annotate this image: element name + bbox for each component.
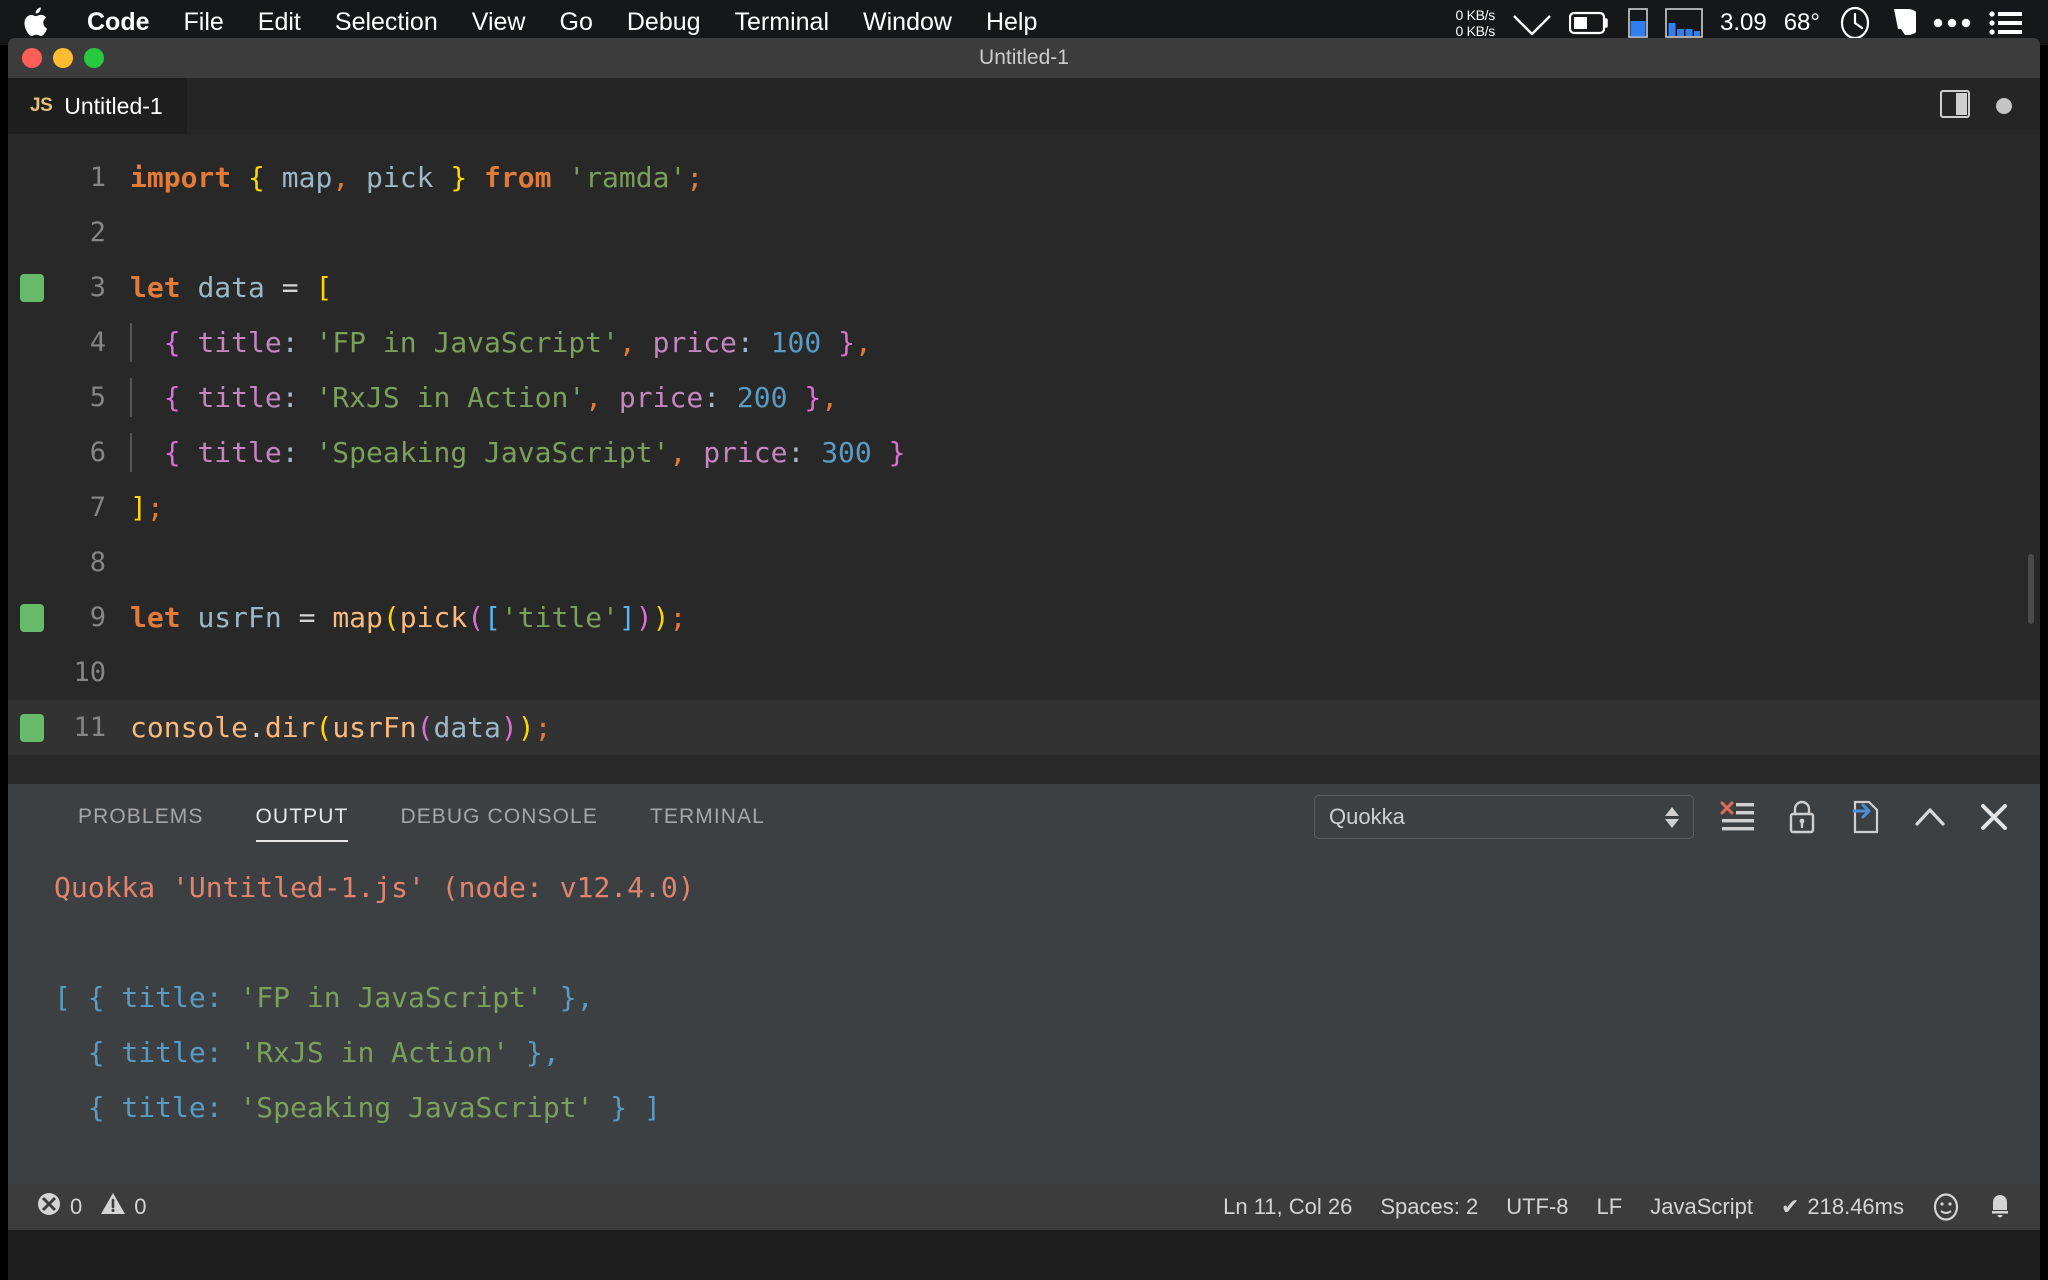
editor-tab-untitled-1[interactable]: JS Untitled-1 [8,78,188,134]
code-editor[interactable]: 1 import { map, pick } from 'ramda'; 2 3… [8,134,2040,784]
panel-tab-output[interactable]: OUTPUT [230,784,375,850]
code-line-text[interactable]: let data = [ [130,271,332,304]
editor-tab-bar: JS Untitled-1 [8,78,2040,134]
runtime-value: 218.46ms [1807,1194,1904,1219]
warning-count: 0 [134,1194,147,1219]
editor-tab-label: Untitled-1 [64,92,163,119]
screen: Code File Edit Selection View Go Debug T… [0,0,2048,1280]
cpu-load-value[interactable]: 3.09 [1720,9,1767,37]
output-channel-value: Quokka [1329,804,1405,829]
code-line-text[interactable]: let usrFn = map(pick(['title'])); [130,601,686,634]
close-panel-icon[interactable] [1974,797,2014,837]
code-lines: 1 import { map, pick } from 'ramda'; 2 3… [8,134,2040,755]
wifi-icon[interactable] [1512,10,1552,36]
code-line-9: 9 let usrFn = map(pick(['title'])); [8,590,2040,645]
line-number: 7 [89,492,106,523]
memory-gauge-icon[interactable] [1628,7,1648,38]
output-line-result-3: { title: 'Speaking JavaScript' } ] [54,1091,661,1124]
window-title: Untitled-1 [979,46,1069,69]
status-indentation[interactable]: Spaces: 2 [1366,1194,1492,1220]
code-line-text[interactable]: import { map, pick } from 'ramda'; [130,161,703,194]
code-line-text[interactable]: { title: 'FP in JavaScript', price: 100 … [130,323,872,362]
unsaved-dot-icon[interactable] [1996,98,2012,114]
code-line-10: 10 [8,645,2040,700]
temperature-value[interactable]: 68° [1784,9,1820,37]
ellipsis-icon[interactable] [1933,17,1971,29]
quokka-live-marker-icon [20,603,44,632]
status-bar: 0 0 Ln 11, Col 26 Spaces: 2 UTF-8 LF Jav… [8,1184,2040,1230]
window-title-bar: Untitled-1 [8,38,2040,78]
output-line-header: Quokka 'Untitled-1.js' (node: v12.4.0) [54,871,695,904]
lock-scroll-icon[interactable] [1782,797,1822,837]
line-number: 6 [89,437,106,468]
status-bar-right: Ln 11, Col 26 Spaces: 2 UTF-8 LF JavaScr… [1209,1193,2026,1221]
code-line-5: 5 { title: 'RxJS in Action', price: 200 … [8,370,2040,425]
status-cursor-position[interactable]: Ln 11, Col 26 [1209,1194,1366,1220]
output-line-result-2: { title: 'RxJS in Action' }, [54,1036,560,1069]
javascript-file-icon: JS [30,95,53,116]
output-line-result-1: [ { title: 'FP in JavaScript' }, [54,981,594,1014]
error-count: 0 [70,1194,83,1219]
feedback-smiley-icon[interactable] [1918,1193,1974,1221]
warning-icon [100,1191,126,1223]
code-line-text[interactable]: { title: 'Speaking JavaScript', price: 3… [130,433,906,472]
quokka-live-marker-icon [20,713,44,742]
code-line-2: 2 [8,205,2040,260]
code-line-text[interactable]: ]; [130,491,164,524]
code-line-7: 7 ]; [8,480,2040,535]
chevron-updown-icon [1665,806,1679,828]
panel-actions: Quokka [1314,784,2040,850]
quokka-live-marker-icon [20,273,44,302]
panel-tab-bar: PROBLEMS OUTPUT DEBUG CONSOLE TERMINAL Q… [8,784,2040,850]
code-line-4: 4 { title: 'FP in JavaScript', price: 10… [8,315,2040,370]
code-line-3: 3 let data = [ [8,260,2040,315]
panel-tab-debug-console[interactable]: DEBUG CONSOLE [374,784,624,850]
line-number: 1 [89,162,106,193]
network-upload-speed: 0 KB/s [1455,6,1496,23]
code-line-text[interactable]: { title: 'RxJS in Action', price: 200 }, [130,378,838,417]
error-icon [36,1191,62,1223]
cpu-history-icon[interactable] [1665,7,1703,38]
code-line-1: 1 import { map, pick } from 'ramda'; [8,150,2040,205]
status-bar-left: 0 0 [22,1191,161,1223]
battery-icon[interactable] [1568,11,1611,35]
bottom-panel: PROBLEMS OUTPUT DEBUG CONSOLE TERMINAL Q… [8,784,2040,1184]
status-encoding[interactable]: UTF-8 [1492,1194,1582,1220]
code-line-8: 8 [8,535,2040,590]
network-download-speed: 0 KB/s [1455,22,1496,39]
line-number: 2 [89,217,106,248]
code-line-text[interactable]: console.dir(usrFn(data)); [130,711,551,744]
output-channel-select[interactable]: Quokka [1314,795,1694,839]
code-line-11: 11 console.dir(usrFn(data)); [8,700,2040,755]
code-line-6: 6 { title: 'Speaking JavaScript', price:… [8,425,2040,480]
control-center-icon[interactable] [1988,9,2022,37]
status-errors-warnings[interactable]: 0 0 [22,1191,161,1223]
line-number: 10 [73,657,106,688]
line-number: 4 [89,327,106,358]
split-editor-icon[interactable] [1940,89,1970,123]
line-number: 5 [89,382,106,413]
panel-tab-terminal[interactable]: TERMINAL [624,784,791,850]
panel-tab-problems[interactable]: PROBLEMS [52,784,230,850]
bartender-icon[interactable] [1890,7,1916,39]
editor-tab-actions [1940,78,2040,134]
output-line-blank [54,915,2040,970]
status-eol[interactable]: LF [1583,1194,1637,1220]
apple-logo-icon[interactable] [22,7,48,37]
network-speed-indicator[interactable]: 0 KB/s 0 KB/s [1455,6,1496,39]
output-content[interactable]: Quokka 'Untitled-1.js' (node: v12.4.0) [… [8,850,2040,1184]
check-icon: ✔ [1780,1194,1800,1219]
line-number: 8 [89,547,106,578]
editor-vertical-scrollbar[interactable] [2028,554,2034,624]
status-language-mode[interactable]: JavaScript [1636,1194,1767,1220]
clear-output-icon[interactable] [1718,797,1758,837]
maximize-panel-icon[interactable] [1910,797,1950,837]
clock-icon[interactable] [1837,5,1873,41]
vscode-window: Untitled-1 JS Untitled-1 1 import {map,… [8,38,2040,1280]
notifications-bell-icon[interactable] [1974,1193,2026,1221]
menu-bar-status-items: 0 KB/s 0 KB/s 3.09 68° [1456,5,2030,41]
status-quokka-runtime[interactable]: ✔ 218.46ms [1767,1194,1918,1220]
open-in-editor-icon[interactable] [1846,797,1886,837]
